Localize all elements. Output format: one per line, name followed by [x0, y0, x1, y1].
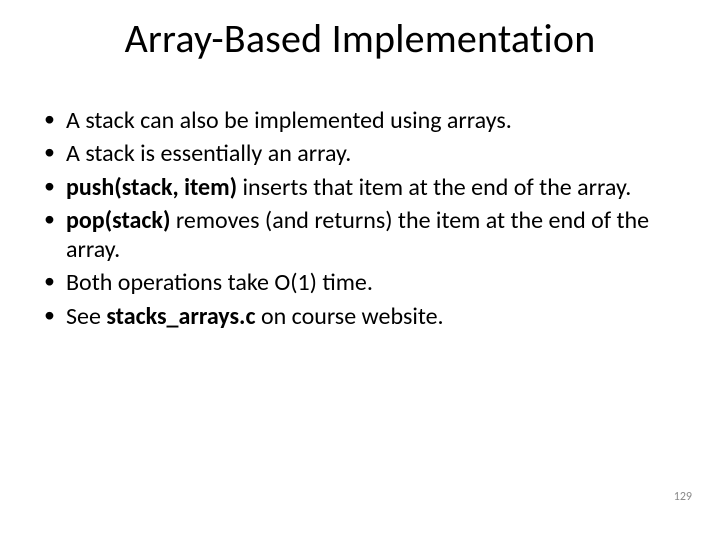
- bullet-bold: stacks_arrays.c: [106, 302, 255, 331]
- bullet-item: pop(stack) removes (and returns) the ite…: [40, 206, 670, 265]
- bullet-bold: push(stack, item): [66, 173, 237, 202]
- slide-body: A stack can also be implemented using ar…: [40, 106, 670, 335]
- bullet-post: A stack can also be implemented using ar…: [66, 106, 512, 135]
- bullet-item: A stack can also be implemented using ar…: [40, 106, 670, 135]
- bullet-post: on course website.: [256, 302, 444, 331]
- bullet-post: A stack is essentially an array.: [66, 139, 351, 168]
- bullet-pre: See: [66, 302, 106, 331]
- bullet-item: Both operations take O(1) time.: [40, 268, 670, 297]
- bullet-item: push(stack, item) inserts that item at t…: [40, 173, 670, 202]
- slide-title: Array-Based Implementation: [0, 14, 720, 63]
- bullet-post: inserts that item at the end of the arra…: [237, 173, 631, 202]
- bullet-list: A stack can also be implemented using ar…: [40, 106, 670, 331]
- bullet-post: Both operations take O(1) time.: [66, 268, 373, 297]
- bullet-item: See stacks_arrays.c on course website.: [40, 302, 670, 331]
- bullet-item: A stack is essentially an array.: [40, 139, 670, 168]
- bullet-bold: pop(stack): [66, 206, 170, 235]
- slide: Array-Based Implementation A stack can a…: [0, 0, 720, 540]
- page-number: 129: [674, 490, 692, 504]
